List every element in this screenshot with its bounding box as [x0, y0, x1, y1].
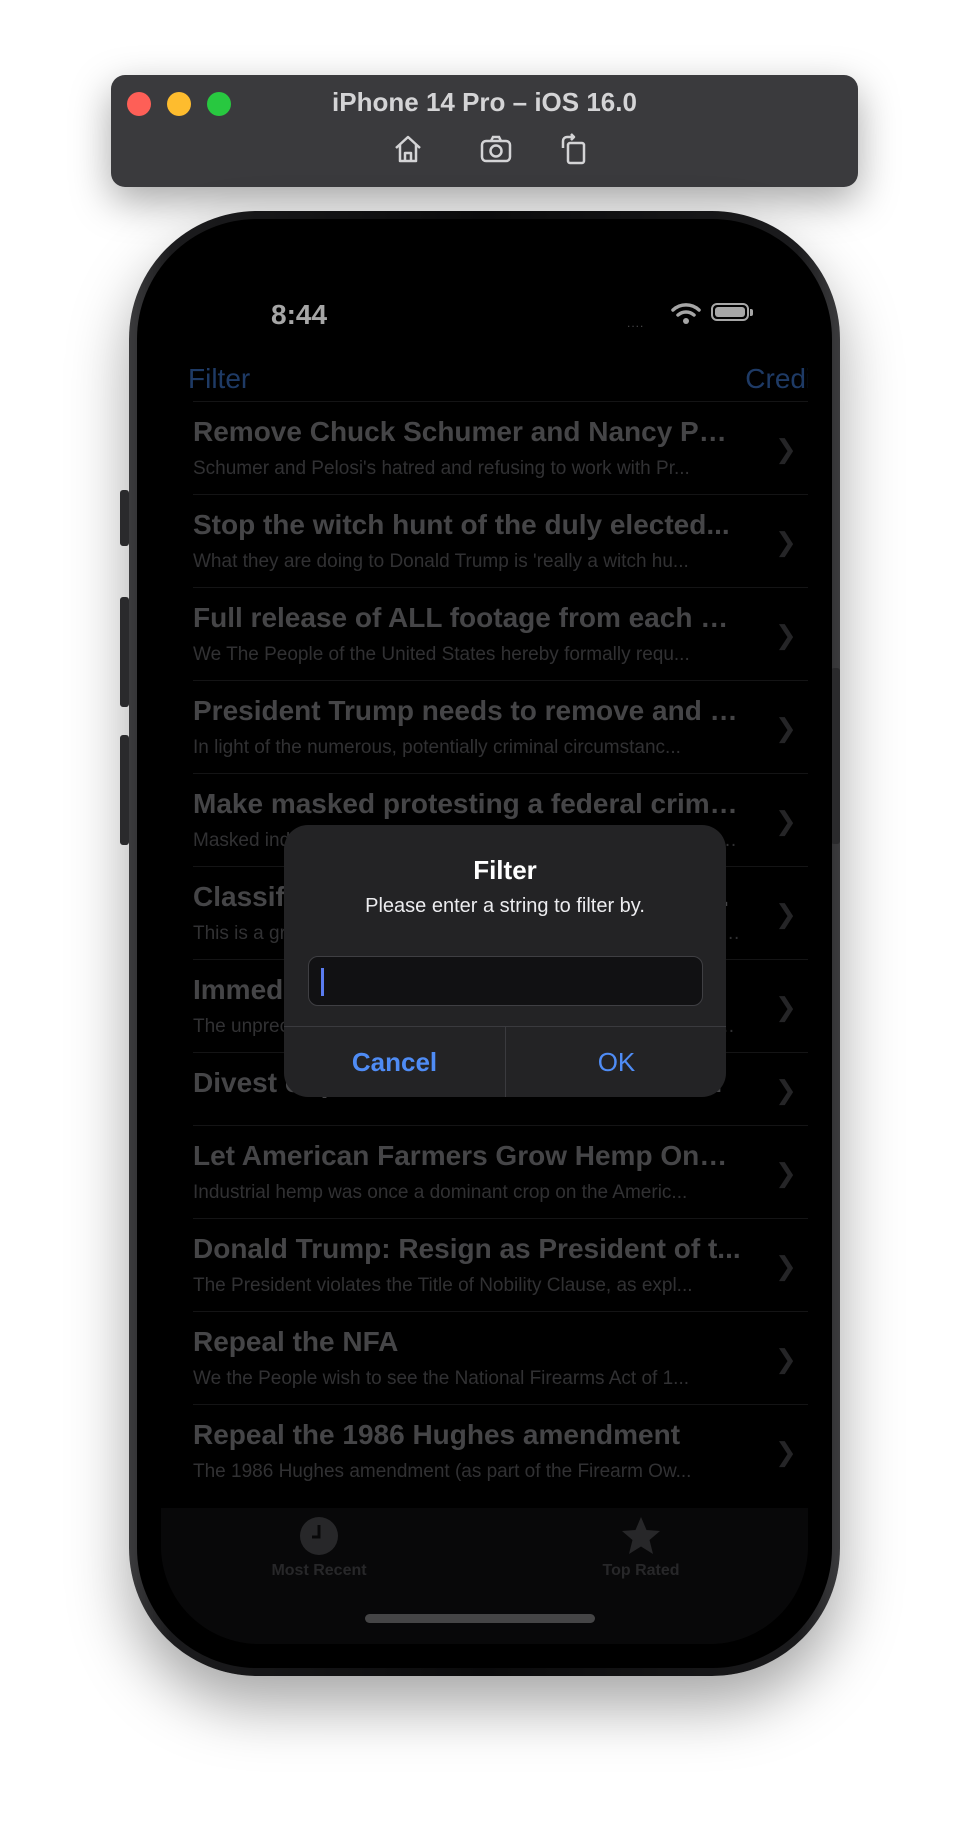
power-button — [831, 668, 840, 844]
volume-down-button — [120, 735, 129, 845]
filter-alert-dialog: Filter Please enter a string to filter b… — [284, 825, 726, 1097]
simulator-title-bar: iPhone 14 Pro – iOS 16.0 — [111, 75, 858, 187]
rotate-icon[interactable] — [557, 132, 591, 166]
phone-bezel: 8:44 .... Filter Credits Remove Chuck Sc… — [137, 219, 832, 1668]
window-title: iPhone 14 Pro – iOS 16.0 — [332, 87, 637, 117]
filter-text-field[interactable] — [308, 956, 703, 1006]
mute-switch — [120, 490, 129, 546]
ok-button[interactable]: OK — [506, 1027, 726, 1097]
phone-screen: 8:44 .... Filter Credits Remove Chuck Sc… — [161, 243, 808, 1644]
volume-up-button — [120, 597, 129, 707]
alert-message: Please enter a string to filter by. — [365, 895, 645, 917]
text-cursor — [321, 968, 324, 996]
screenshot-icon[interactable] — [479, 132, 513, 166]
home-icon[interactable] — [391, 132, 425, 166]
alert-title: Filter — [473, 855, 537, 885]
cancel-button[interactable]: Cancel — [284, 1027, 505, 1097]
